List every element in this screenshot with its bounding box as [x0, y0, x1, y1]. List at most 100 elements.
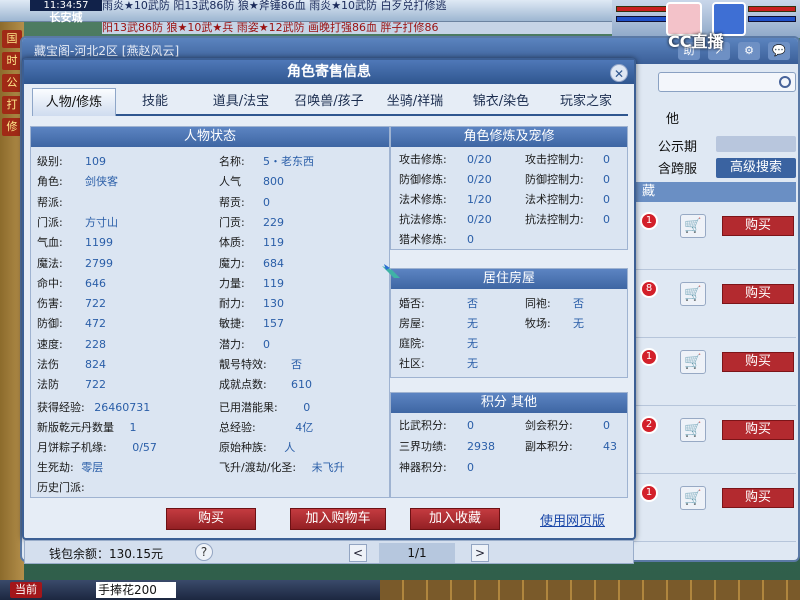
tab-items[interactable]: 道具/法宝 — [196, 88, 286, 116]
add-to-cart-button[interactable]: 加入购物车 — [290, 508, 386, 530]
game-clock: 11:34:57 — [30, 0, 102, 11]
status-key: 帮贡: — [219, 195, 245, 209]
status-value: 800 — [263, 175, 284, 189]
cultivation-panel: 角色修炼及宠修 攻击修炼: 0/20 攻击控制力: 0 防御修炼: 0/20 防御控制力: 0… — [390, 126, 628, 250]
count-badge: 8 — [640, 280, 658, 298]
info-value: 43 — [603, 440, 617, 453]
buy-button[interactable]: 购买 — [722, 352, 794, 372]
list-header: 藏 — [632, 182, 796, 202]
status-key: 防御: — [37, 317, 63, 331]
status-value: 130 — [263, 297, 284, 311]
info-value: 0/20 — [467, 153, 492, 166]
info-key: 房屋: — [399, 317, 425, 330]
buy-button[interactable]: 购买 — [722, 216, 794, 236]
info-row: 法术修炼: 1/20 — [399, 193, 492, 207]
bottom-bar: 当前 手捧花200 — [0, 580, 800, 600]
info-row: 社区: 无 — [399, 357, 478, 371]
left-tag[interactable]: 打 — [2, 96, 22, 114]
help-icon[interactable]: ? — [195, 543, 213, 561]
left-tag[interactable]: 时 — [2, 52, 22, 70]
cart-icon[interactable]: 🛒 — [680, 486, 706, 510]
status-key: 魔法: — [37, 256, 63, 270]
cart-icon[interactable]: 🛒 — [680, 350, 706, 374]
filter-cross-label: 含跨服 — [658, 162, 698, 177]
left-tag[interactable]: 公 — [2, 74, 22, 92]
close-button[interactable]: ✕ — [610, 64, 628, 82]
info-key: 攻击修炼: — [399, 153, 447, 166]
info-value: 1/20 — [467, 193, 492, 206]
status-value: 646 — [85, 276, 106, 290]
left-tag[interactable]: 修 — [2, 118, 22, 136]
skill-hotbar[interactable] — [380, 580, 800, 600]
status-key: 伤害: — [37, 297, 63, 311]
status-value: 119 — [263, 236, 284, 250]
status-value: 否 — [291, 358, 302, 371]
public-period-select[interactable] — [716, 136, 796, 152]
status-row: 命中: 646 — [37, 276, 106, 291]
info-value: 无 — [467, 337, 478, 350]
tab-mounts[interactable]: 坐骑/祥瑞 — [372, 88, 458, 116]
info-row: 同袍: 否 — [525, 297, 584, 311]
channel-button[interactable]: 当前 — [10, 582, 42, 598]
left-tag[interactable]: 国 — [2, 30, 22, 48]
tab-pets[interactable]: 召唤兽/孩子 — [286, 88, 372, 116]
buy-button[interactable]: 购买 — [722, 284, 794, 304]
search-icon[interactable] — [779, 76, 791, 88]
pill-row: 新版乾元丹数量 1 — [37, 421, 137, 434]
info-row: 攻击修炼: 0/20 — [399, 153, 492, 167]
info-row: 防御修炼: 0/20 — [399, 173, 492, 187]
prev-page-button[interactable]: < — [349, 544, 367, 562]
info-key: 防御修炼: — [399, 173, 447, 186]
info-value: 0 — [603, 193, 610, 206]
status-value: 610 — [291, 378, 312, 392]
info-row: 牧场: 无 — [525, 317, 584, 331]
status-key: 体质: — [219, 236, 245, 250]
info-row: 防御控制力: 0 — [525, 173, 610, 187]
status-row: 伤害: 722 — [37, 297, 106, 311]
dialog-title: 角色寄售信息 — [24, 60, 634, 84]
status-key: 潜力: — [219, 337, 245, 351]
status-key: 成就点数: — [219, 378, 267, 392]
status-header: 人物状态 — [31, 127, 389, 147]
tab-character[interactable]: 人物/修炼 — [32, 88, 116, 116]
points-panel: 积分 其他 比武积分: 0 剑会积分: 0 三界功绩: 2938 副本积分: 43 神器积分: 0 — [390, 392, 628, 498]
list-item: 2 🛒 购买 — [632, 410, 796, 474]
status-value: 2799 — [85, 256, 113, 270]
points-header: 积分 其他 — [391, 393, 627, 413]
tab-outfits[interactable]: 锦衣/染色 — [458, 88, 544, 116]
info-value: 0 — [603, 173, 610, 186]
buy-button[interactable]: 购买 — [722, 420, 794, 440]
cart-icon[interactable]: 🛒 — [680, 282, 706, 306]
status-panel: 人物状态 级别: 109 角色: 剑侠客 帮派: 门派: 方寸山 气血: 1199 魔法: 2799… — [30, 126, 390, 498]
status-row: 级别: 109 — [37, 155, 106, 169]
buy-button[interactable]: 购买 — [722, 488, 794, 508]
status-key: 敏捷: — [219, 317, 245, 331]
status-key: 角色: — [37, 175, 63, 189]
status-key: 命中: — [37, 276, 63, 290]
housing-panel: 居住房屋 婚否: 否同袍: 否房屋: 无牧场: 无庭院: 无社区: 无 — [390, 268, 628, 378]
advanced-search-button[interactable]: 高级搜索 — [716, 158, 796, 178]
info-value: 2938 — [467, 440, 495, 453]
cart-icon[interactable]: 🛒 — [680, 214, 706, 238]
status-value: 228 — [85, 337, 106, 351]
status-row: 体质: 119 — [219, 236, 284, 250]
use-web-version-link[interactable]: 使用网页版 — [540, 510, 605, 529]
chat-input[interactable]: 手捧花200 — [96, 582, 176, 598]
status-value: 方寸山 — [85, 215, 118, 229]
next-page-button[interactable]: > — [471, 544, 489, 562]
status-value: 472 — [85, 317, 106, 331]
search-input[interactable] — [658, 72, 796, 92]
add-to-favorites-button[interactable]: 加入收藏 — [410, 508, 500, 530]
buy-button[interactable]: 购买 — [166, 508, 256, 530]
history-row: 历史门派: — [37, 481, 85, 494]
cart-icon[interactable]: 🛒 — [680, 418, 706, 442]
cc-live-logo: CC直播 — [668, 32, 724, 51]
info-row: 三界功绩: 2938 — [399, 440, 495, 454]
tab-skills[interactable]: 技能 — [118, 88, 192, 116]
wallet-balance: 钱包余额：130.15元 — [49, 547, 163, 561]
status-row: 角色: 剑侠客 — [37, 175, 118, 189]
info-key: 副本积分: — [525, 440, 573, 453]
info-key: 婚否: — [399, 297, 425, 310]
tab-home[interactable]: 玩家之家 — [544, 88, 628, 116]
list-item: 1 🛒 购买 — [632, 206, 796, 270]
